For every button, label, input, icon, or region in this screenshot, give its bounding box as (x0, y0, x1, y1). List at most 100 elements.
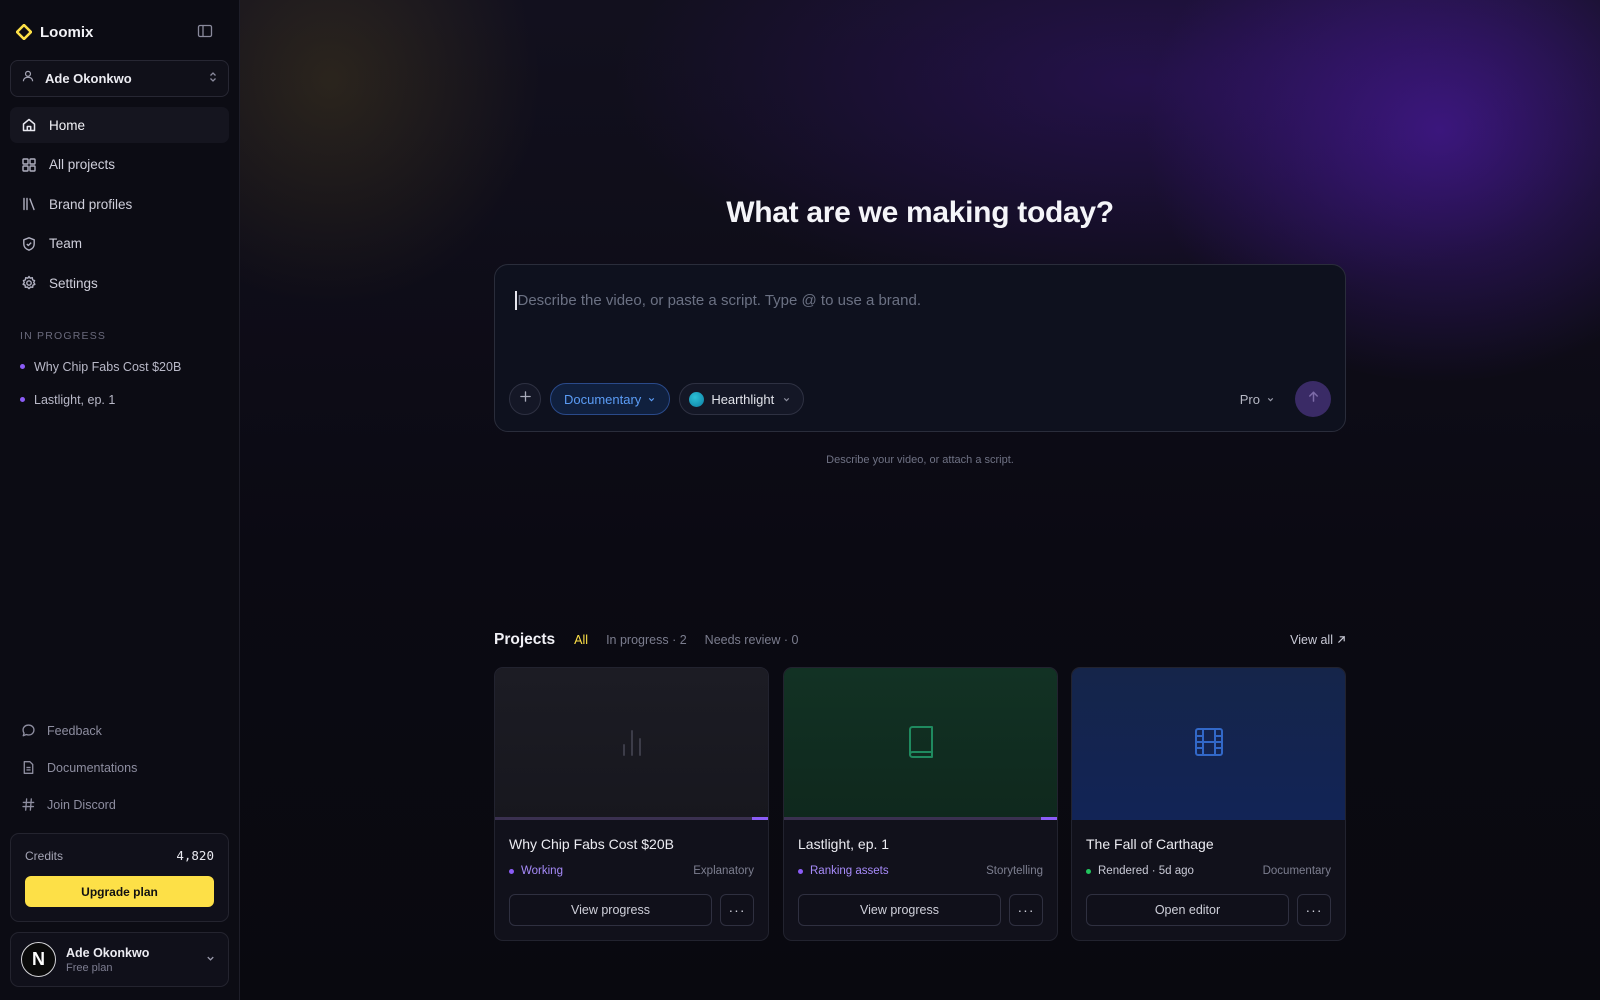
avatar: N (21, 942, 56, 977)
status-dot (798, 868, 803, 874)
credits-label: Credits (25, 848, 64, 863)
arrow-up-right-icon (1337, 633, 1346, 647)
project-title: Why Chip Fabs Cost $20B (509, 836, 674, 852)
text-caret (515, 291, 517, 310)
gear-icon (20, 274, 38, 292)
feedback-link[interactable]: Feedback (10, 712, 229, 749)
workspace-name: Ade Okonkwo (45, 71, 132, 86)
nav-item-all-projects[interactable]: All projects (10, 147, 229, 183)
nav-label: Team (49, 236, 83, 251)
documentation-link[interactable]: Documentations (10, 749, 229, 786)
progress-track (495, 817, 768, 820)
more-options-button[interactable]: ··· (720, 894, 754, 926)
in-progress-item[interactable]: Why Chip Fabs Cost $20B (10, 350, 229, 383)
footer-links: Feedback Documentations Join Discord (10, 712, 229, 823)
in-progress-heading: IN PROGRESS (20, 330, 107, 342)
prompt-composer: Describe the video, or paste a script. T… (494, 264, 1346, 432)
nav-item-home[interactable]: Home (10, 107, 229, 143)
tab-in-progress[interactable]: In progress · 2 (606, 633, 687, 647)
diamond-logo-icon (16, 24, 32, 40)
document-icon (20, 760, 36, 776)
user-menu[interactable]: N Ade Okonkwo Free plan (10, 932, 229, 987)
main-nav: Home All projects Brand profiles Team Se… (10, 107, 229, 305)
book-icon (906, 725, 936, 764)
page-headline: What are we making today? (726, 196, 1114, 229)
project-card[interactable]: The Fall of Carthage Rendered · 5d ago D… (1071, 667, 1346, 941)
status-dot (20, 397, 25, 402)
projects-header: Projects All In progress · 2 Needs revie… (494, 630, 1346, 650)
style-dropdown[interactable]: Documentary (550, 383, 671, 415)
nav-item-brand-profiles[interactable]: Brand profiles (10, 186, 229, 222)
nav-item-settings[interactable]: Settings (10, 265, 229, 301)
project-thumbnail (1072, 668, 1345, 820)
in-progress-item-label: Lastlight, ep. 1 (34, 392, 116, 407)
library-icon (20, 195, 38, 213)
bar-chart-icon (619, 727, 645, 762)
upgrade-plan-button[interactable]: Upgrade plan (25, 876, 214, 907)
project-cards: Why Chip Fabs Cost $20B Working Explanat… (494, 667, 1346, 941)
prompt-input[interactable]: Describe the video, or paste a script. T… (515, 291, 1325, 310)
tab-needs-review[interactable]: Needs review · 0 (705, 633, 799, 647)
attach-button[interactable] (509, 383, 541, 415)
film-icon (1193, 726, 1225, 763)
sidebar-toggle-icon[interactable] (196, 22, 214, 40)
feedback-label: Feedback (47, 723, 102, 738)
model-label: Pro (1239, 391, 1260, 407)
nav-item-team[interactable]: Team (10, 226, 229, 262)
projects-title: Projects (494, 631, 556, 648)
status-dot (1086, 868, 1091, 874)
documentation-label: Documentations (47, 760, 138, 775)
send-button[interactable] (1295, 381, 1331, 417)
status-dot (509, 868, 514, 874)
user-name: Ade Okonkwo (66, 945, 150, 960)
brand-row: Loomix (16, 22, 224, 42)
view-progress-button[interactable]: View progress (509, 894, 712, 926)
chevron-down-icon (205, 951, 216, 969)
project-status: Ranking assets (798, 865, 889, 877)
open-editor-button[interactable]: Open editor (1086, 894, 1289, 926)
model-dropdown[interactable]: Pro (1240, 392, 1275, 407)
progress-fill (751, 817, 768, 820)
more-options-button[interactable]: ··· (1009, 894, 1043, 926)
arrow-up-icon (1307, 390, 1320, 408)
progress-fill (1040, 817, 1057, 820)
home-icon (20, 116, 38, 134)
chevron-down-icon (647, 392, 656, 407)
project-card[interactable]: Lastlight, ep. 1 Ranking assets Storytel… (783, 667, 1058, 941)
brand-avatar-icon (689, 391, 705, 407)
brand-dropdown[interactable]: Hearthlight (679, 383, 805, 415)
project-genre: Documentary (1262, 865, 1331, 877)
view-progress-button[interactable]: View progress (798, 894, 1001, 926)
main-content: What are we making today? Describe the v… (240, 0, 1600, 1000)
project-thumbnail (784, 668, 1057, 820)
status-label: Rendered · 5d ago (1098, 865, 1194, 877)
workspace-switcher[interactable]: Ade Okonkwo (10, 60, 229, 97)
more-options-button[interactable]: ··· (1297, 894, 1331, 926)
project-status: Rendered · 5d ago (1086, 865, 1194, 877)
sidebar: Loomix Ade Okonkwo Home All projects Bra… (0, 0, 240, 1000)
tab-all[interactable]: All (574, 633, 588, 647)
nav-label: Brand profiles (49, 196, 133, 212)
credits-card: Credits 4,820 Upgrade plan (10, 833, 229, 922)
view-all-link[interactable]: View all (1290, 633, 1346, 647)
shield-icon (20, 235, 38, 253)
style-label: Documentary (564, 391, 642, 407)
in-progress-list: Why Chip Fabs Cost $20B Lastlight, ep. 1 (10, 350, 229, 416)
chevron-down-icon (782, 392, 791, 407)
progress-track (784, 817, 1057, 820)
status-dot (20, 364, 25, 369)
nav-label: Settings (49, 275, 98, 291)
project-card[interactable]: Why Chip Fabs Cost $20B Working Explanat… (494, 667, 769, 941)
grid-icon (20, 156, 38, 174)
in-progress-item[interactable]: Lastlight, ep. 1 (10, 383, 229, 416)
brand-label: Hearthlight (711, 391, 775, 407)
prompt-placeholder: Describe the video, or paste a script. T… (517, 292, 922, 309)
nav-label: Home (49, 117, 86, 133)
project-genre: Explanatory (693, 865, 754, 877)
chevron-down-icon (1266, 392, 1275, 407)
discord-label: Join Discord (47, 797, 116, 812)
user-icon (21, 69, 35, 88)
project-genre: Storytelling (986, 865, 1043, 877)
user-plan: Free plan (66, 961, 113, 974)
discord-link[interactable]: Join Discord (10, 786, 229, 823)
